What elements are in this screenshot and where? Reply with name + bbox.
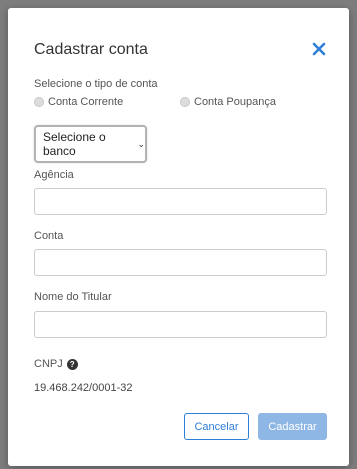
chevron-down-icon: ⌄	[137, 138, 145, 149]
close-icon[interactable]	[310, 40, 328, 58]
cnpj-label: CNPJ	[34, 358, 63, 370]
radio-label-conta-poupanca: Conta Poupança	[194, 96, 276, 108]
submit-button[interactable]: Cadastrar	[258, 413, 327, 440]
agencia-label: Agência	[34, 169, 74, 181]
modal-title: Cadastrar conta	[34, 41, 148, 58]
radio-circle-icon[interactable]	[34, 97, 44, 107]
bank-select-value: Selecione o banco	[43, 130, 106, 158]
radio-conta-poupanca[interactable]: Conta Poupança	[180, 96, 276, 108]
account-type-label: Selecione o tipo de conta	[34, 78, 158, 90]
conta-input[interactable]	[34, 249, 327, 276]
agencia-input[interactable]	[34, 188, 327, 215]
cnpj-label-row: CNPJ ?	[34, 358, 78, 370]
bank-select[interactable]: Selecione o banco ⌄	[34, 125, 147, 163]
radio-label-conta-corrente: Conta Corrente	[48, 96, 124, 108]
titular-label: Nome do Titular	[34, 291, 112, 303]
help-icon[interactable]: ?	[66, 358, 78, 370]
cnpj-value: 19.468.242/0001-32	[34, 382, 133, 394]
radio-conta-corrente[interactable]: Conta Corrente	[34, 96, 123, 108]
radio-circle-icon[interactable]	[180, 97, 190, 107]
register-account-modal: Cadastrar conta Selecione o tipo de cont…	[8, 8, 349, 466]
titular-input[interactable]	[34, 311, 327, 338]
cancel-button[interactable]: Cancelar	[184, 413, 249, 440]
conta-label: Conta	[34, 230, 64, 242]
